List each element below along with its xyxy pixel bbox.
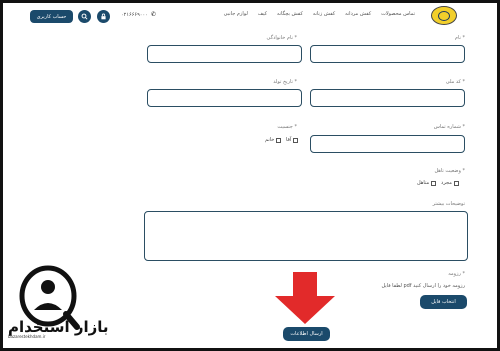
phone-number[interactable]: ۰۲۱۶۶۶۹۰۰۰ ✆ (121, 11, 156, 18)
nav-item-accessories[interactable]: لوازم جانبی (224, 11, 248, 17)
marital-option-single[interactable]: مجرد (441, 180, 459, 186)
nav-item-kids[interactable]: کفش بچگانه (277, 11, 303, 17)
phone-field[interactable] (310, 135, 465, 153)
gender-male-checkbox[interactable] (293, 137, 299, 143)
red-arrow-annotation (275, 272, 335, 324)
gender-option-male[interactable]: آقا (286, 137, 299, 143)
main-nav: تماس محصولات کفش مردانه کفش زنانه کفش بچ… (224, 11, 415, 17)
national-code-label: کد ملی * (445, 79, 465, 85)
notes-textarea[interactable] (144, 211, 468, 261)
logo-mark (438, 10, 450, 21)
gender-option-female[interactable]: خانم (265, 137, 282, 143)
lock-icon[interactable] (97, 10, 110, 23)
national-code-field[interactable] (310, 89, 465, 107)
gender-label: جنسیت * (277, 124, 297, 130)
birth-date-label: تاریخ تولد * (273, 79, 297, 85)
submit-button[interactable]: ارسال اطلاعات (283, 327, 330, 341)
notes-label: توضیحات بیشتر (432, 201, 465, 207)
marital-single-checkbox[interactable] (453, 180, 459, 186)
gender-female-checkbox[interactable] (276, 137, 282, 143)
search-icon-glyph (81, 13, 88, 20)
phone-field-label: شماره تماس * (433, 124, 465, 130)
search-icon[interactable] (78, 10, 91, 23)
first-name-label: نام * (454, 35, 465, 41)
first-name-field[interactable] (310, 45, 465, 63)
phone-number-text: ۰۲۱۶۶۶۹۰۰۰ (121, 11, 148, 18)
nav-item-contact[interactable]: تماس محصولات (381, 11, 415, 17)
site-header: تماس محصولات کفش مردانه کفش زنانه کفش بچ… (3, 3, 497, 27)
last-name-field[interactable] (147, 45, 302, 63)
nav-item-women[interactable]: کفش زنانه (313, 11, 335, 17)
nav-item-bags[interactable]: کیف (258, 11, 267, 17)
marital-option-married[interactable]: متاهل (417, 180, 437, 186)
site-logo[interactable] (431, 6, 457, 25)
marital-option-single-label: مجرد (441, 180, 452, 186)
choose-file-button[interactable]: انتخاب فایل (420, 295, 467, 309)
resume-label: رزومه * (448, 271, 465, 277)
marital-option-married-label: متاهل (417, 180, 430, 186)
marital-label: وضعیت تاهل * (434, 168, 465, 174)
phone-icon: ✆ (150, 11, 156, 18)
lock-icon-glyph (101, 13, 106, 20)
account-button[interactable]: حساب کاربری (30, 10, 73, 23)
gender-option-female-label: خانم (265, 137, 275, 143)
resume-hint: لطفا فایل pdf رزومه خود را ارسال کنید (381, 283, 466, 289)
gender-option-male-label: آقا (286, 137, 292, 143)
marital-married-checkbox[interactable] (431, 180, 437, 186)
watermark-subtitle: bazarestekhdam.ir (8, 334, 46, 339)
birth-date-field[interactable] (147, 89, 302, 107)
nav-item-men[interactable]: کفش مردانه (345, 11, 371, 17)
last-name-label: نام خانوادگی * (266, 35, 297, 41)
